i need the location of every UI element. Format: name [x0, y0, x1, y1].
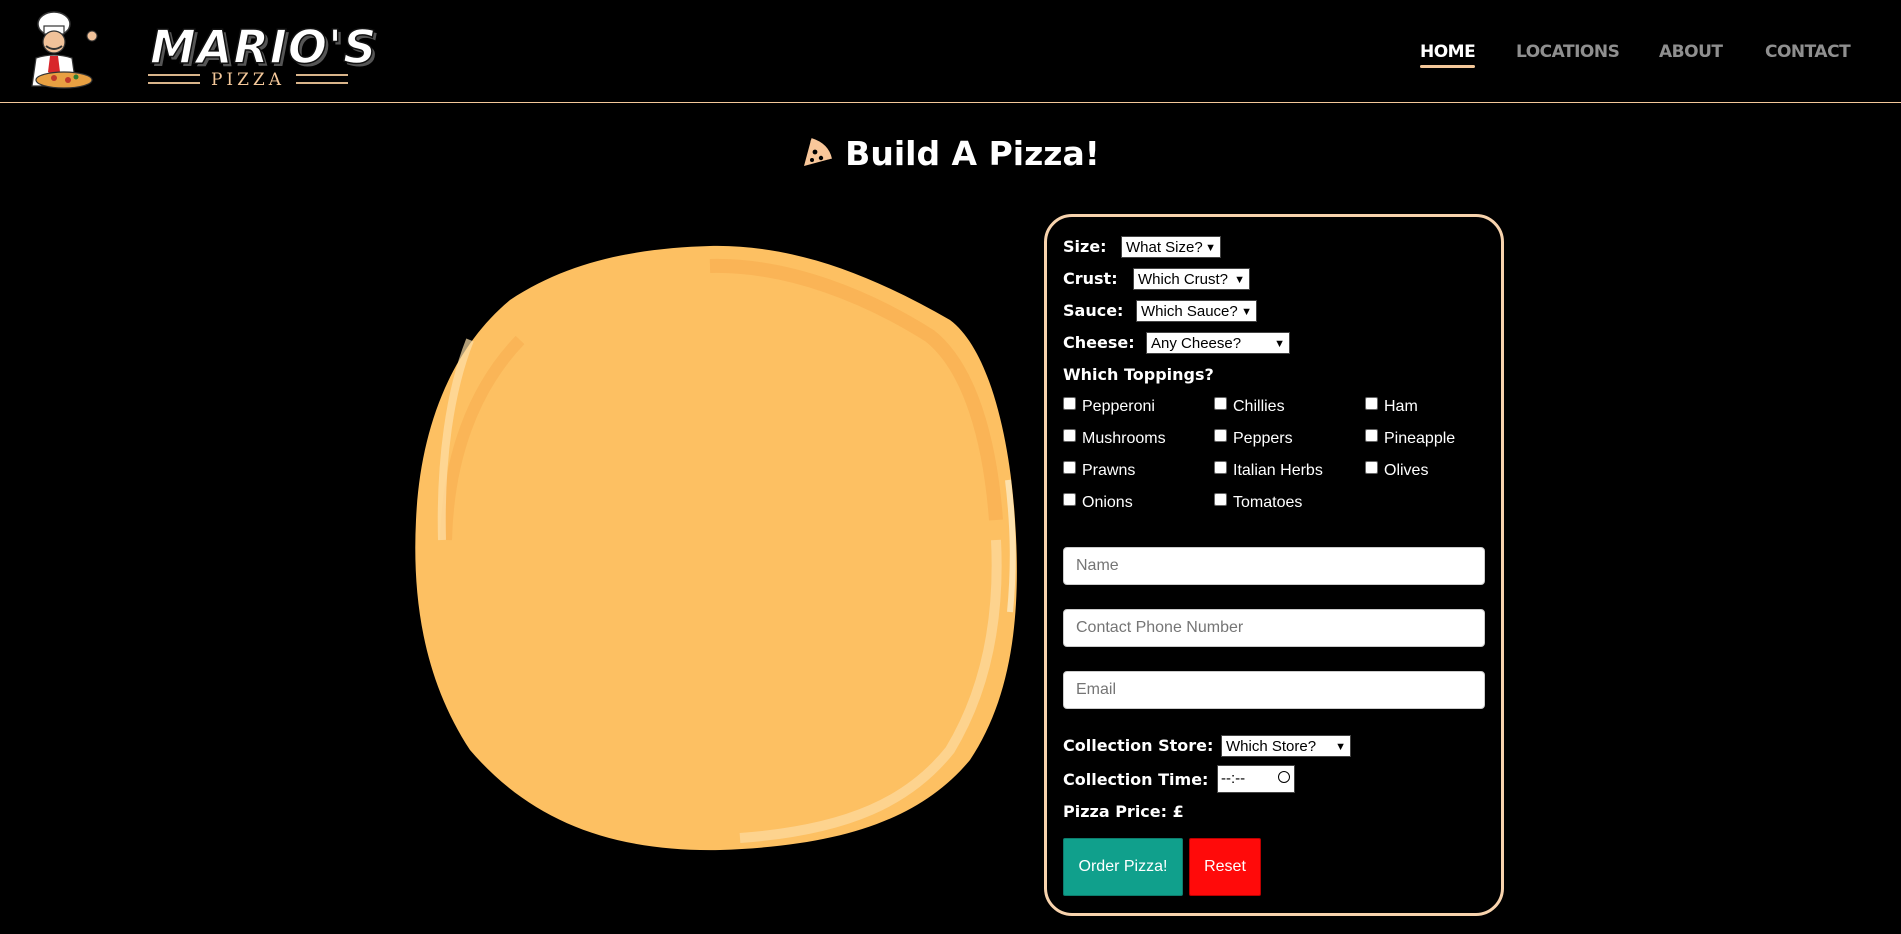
cheese-select-value: Any Cheese? — [1151, 335, 1242, 352]
checkbox[interactable] — [1214, 429, 1227, 442]
nav-home[interactable]: HOME — [1420, 42, 1476, 68]
topping-checkbox-mushrooms[interactable]: Mushrooms — [1063, 429, 1166, 448]
topping-checkbox-peppers[interactable]: Peppers — [1214, 429, 1293, 448]
topping-checkbox-prawns[interactable]: Prawns — [1063, 461, 1135, 480]
brand-subtitle: PIZZA — [148, 70, 348, 90]
nav-contact[interactable]: CONTACT — [1765, 42, 1851, 62]
topping-checkbox-pineapple[interactable]: Pineapple — [1365, 429, 1455, 448]
nav-about[interactable]: ABOUT — [1659, 42, 1723, 62]
checkbox[interactable] — [1365, 397, 1378, 410]
chevron-down-icon: ▼ — [1234, 274, 1245, 286]
email-field[interactable]: Email — [1063, 671, 1485, 709]
sauce-label: Sauce: — [1063, 301, 1124, 320]
chevron-down-icon: ▼ — [1241, 306, 1252, 318]
topping-label: Prawns — [1082, 462, 1136, 479]
checkbox[interactable] — [1365, 461, 1378, 474]
phone-field[interactable]: Contact Phone Number — [1063, 609, 1485, 647]
order-pizza-button[interactable]: Order Pizza! — [1063, 838, 1183, 896]
sauce-select-value: Which Sauce? — [1141, 303, 1238, 320]
crust-label: Crust: — [1063, 269, 1118, 288]
brand-name: MARIO'S — [149, 19, 378, 75]
topping-label: Italian Herbs — [1233, 462, 1323, 479]
checkbox[interactable] — [1214, 461, 1227, 474]
topping-label: Pepperoni — [1082, 398, 1155, 415]
name-field[interactable]: Name — [1063, 547, 1485, 585]
page-title: Build A Pizza! — [845, 134, 1100, 173]
site-header: MARIO'S PIZZA HOME LOCATIONS ABOUT CONTA… — [0, 0, 1901, 103]
pizza-order-form: Size: What Size? ▼ Crust: Which Crust? ▼ S… — [1044, 214, 1504, 916]
chevron-down-icon: ▼ — [1274, 338, 1285, 350]
checkbox[interactable] — [1063, 493, 1076, 506]
brand-logo[interactable]: MARIO'S PIZZA — [14, 6, 377, 94]
chevron-down-icon: ▼ — [1205, 242, 1216, 254]
topping-checkbox-italian-herbs[interactable]: Italian Herbs — [1214, 461, 1323, 480]
topping-label: Onions — [1082, 494, 1133, 511]
size-label: Size: — [1063, 237, 1107, 256]
topping-checkbox-tomatoes[interactable]: Tomatoes — [1214, 493, 1302, 512]
chef-icon — [31, 11, 98, 89]
topping-label: Mushrooms — [1082, 430, 1166, 447]
pizza-price: Pizza Price: £ — [1063, 802, 1184, 821]
collection-store-label: Collection Store: — [1063, 736, 1214, 755]
checkbox[interactable] — [1063, 461, 1076, 474]
checkbox[interactable] — [1063, 429, 1076, 442]
topping-label: Peppers — [1233, 430, 1293, 447]
toppings-label: Which Toppings? — [1063, 365, 1214, 384]
topping-checkbox-onions[interactable]: Onions — [1063, 493, 1133, 512]
pizza-slice-icon — [801, 137, 833, 177]
pizza-base-image — [410, 240, 1026, 856]
checkbox[interactable] — [1365, 429, 1378, 442]
nav-locations[interactable]: LOCATIONS — [1516, 42, 1620, 62]
collection-time-label: Collection Time: — [1063, 770, 1209, 789]
store-select-value: Which Store? — [1226, 738, 1317, 755]
topping-checkbox-pepperoni[interactable]: Pepperoni — [1063, 397, 1155, 416]
checkbox[interactable] — [1214, 397, 1227, 410]
topping-label: Olives — [1384, 462, 1429, 479]
topping-label: Tomatoes — [1233, 494, 1303, 511]
topping-checkbox-chillies[interactable]: Chillies — [1214, 397, 1285, 416]
cheese-label: Cheese: — [1063, 333, 1135, 352]
size-select[interactable]: What Size? ▼ — [1121, 236, 1221, 258]
crust-select[interactable]: Which Crust? ▼ — [1133, 268, 1250, 290]
checkbox[interactable] — [1063, 397, 1076, 410]
collection-store-select[interactable]: Which Store? ▼ — [1221, 735, 1351, 757]
page-title-row: Build A Pizza! — [0, 134, 1901, 177]
topping-checkbox-olives[interactable]: Olives — [1365, 461, 1428, 480]
topping-label: Ham — [1384, 398, 1418, 415]
time-value: --:-- — [1221, 770, 1246, 787]
chevron-down-icon: ▼ — [1335, 741, 1346, 753]
size-select-value: What Size? — [1126, 239, 1203, 256]
topping-checkbox-ham[interactable]: Ham — [1365, 397, 1418, 416]
clock-icon[interactable] — [1278, 771, 1290, 783]
topping-label: Chillies — [1233, 398, 1285, 415]
cheese-select[interactable]: Any Cheese? ▼ — [1146, 332, 1290, 354]
reset-button[interactable]: Reset — [1189, 838, 1261, 896]
collection-time-input[interactable]: --:-- — [1217, 765, 1295, 793]
topping-label: Pineapple — [1384, 430, 1456, 447]
checkbox[interactable] — [1214, 493, 1227, 506]
crust-select-value: Which Crust? — [1138, 271, 1229, 288]
sauce-select[interactable]: Which Sauce? ▼ — [1136, 300, 1257, 322]
